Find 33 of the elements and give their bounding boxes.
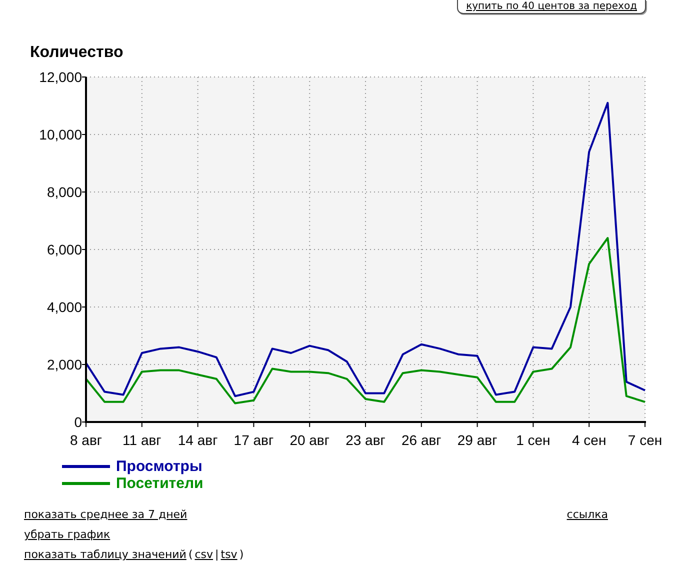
legend-label: Посетители <box>116 475 204 492</box>
punctuation: ( <box>188 548 193 562</box>
x-tick-label: 17 авг <box>234 432 274 448</box>
y-tick-label: 8,000 <box>46 184 82 200</box>
buy-button[interactable]: купить по 40 центов за переход <box>457 0 646 14</box>
punctuation: ) <box>239 548 244 562</box>
x-tick-label: 23 авг <box>346 432 386 448</box>
x-tick-label: 4 сен <box>572 432 606 448</box>
text-link[interactable]: показать среднее за 7 дней <box>24 508 188 522</box>
text-link[interactable]: убрать график <box>24 528 110 542</box>
y-tick-label: 6,000 <box>46 242 82 258</box>
x-tick-label: 11 авг <box>122 432 162 448</box>
x-tick-label: 7 сен <box>628 432 662 448</box>
punctuation: | <box>215 548 219 562</box>
legend-label: Просмотры <box>116 458 202 475</box>
text-link[interactable]: csv <box>194 548 214 562</box>
y-tick-label: 2,000 <box>46 356 82 372</box>
x-tick-label: 8 авг <box>70 432 102 448</box>
x-tick-label: 26 авг <box>402 432 442 448</box>
text-link[interactable]: показать таблицу значений <box>24 548 186 562</box>
x-tick-label: 1 сен <box>516 432 550 448</box>
x-tick-label: 20 авг <box>290 432 330 448</box>
y-tick-label: 10,000 <box>39 126 82 142</box>
y-tick-label: 12,000 <box>39 69 82 85</box>
text-link[interactable]: tsv <box>220 548 238 562</box>
x-tick-label: 14 авг <box>178 432 218 448</box>
y-tick-label: 4,000 <box>46 299 82 315</box>
legend-line-icon <box>62 465 110 468</box>
y-tick-label: 0 <box>74 414 82 430</box>
axis-title: Количество <box>30 43 124 62</box>
legend-line-icon <box>62 482 110 485</box>
x-tick-label: 29 авг <box>457 432 498 448</box>
share-link[interactable]: ссылка <box>566 508 608 522</box>
